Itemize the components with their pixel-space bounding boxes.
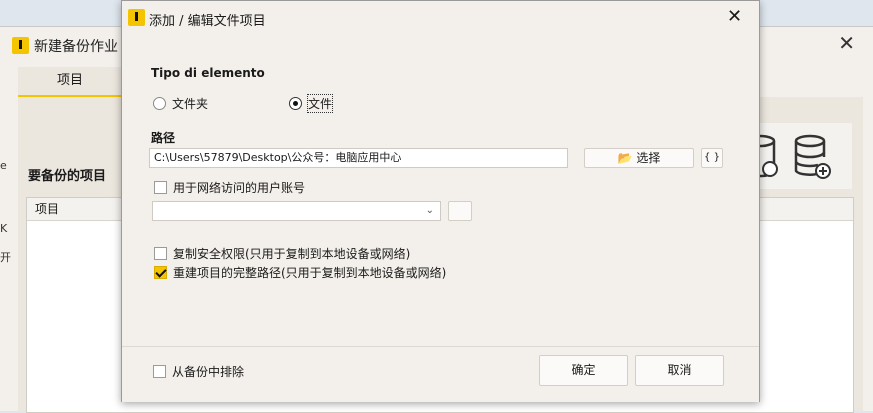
network-account-label: 用于网络访问的用户账号: [173, 181, 306, 195]
background-window-title: 新建备份作业: [34, 39, 118, 55]
choose-button[interactable]: 📂 选择: [584, 148, 694, 168]
checkbox-indicator[interactable]: [154, 181, 167, 194]
items-to-backup-label: 要备份的项目: [28, 169, 107, 184]
radio-indicator[interactable]: [153, 97, 166, 110]
manage-accounts-button[interactable]: [448, 201, 472, 221]
radio-folder-label: 文件夹: [172, 97, 209, 111]
radio-folder[interactable]: 文件夹: [153, 95, 208, 112]
dialog-footer: 从备份中排除 确定 取消: [122, 346, 759, 402]
path-input[interactable]: C:\Users\57879\Desktop\公众号：电脑应用中心: [149, 148, 568, 168]
network-account-checkbox[interactable]: 用于网络访问的用户账号: [154, 179, 305, 196]
element-type-label: Tipo di elemento: [151, 66, 265, 80]
background-close-icon[interactable]: ✕: [838, 31, 855, 55]
network-account-select[interactable]: ⌄: [152, 201, 441, 221]
add-database-icon[interactable]: [792, 133, 832, 181]
app-logo-icon: [12, 37, 29, 54]
tab-items[interactable]: 项目: [18, 67, 122, 97]
exclude-checkbox[interactable]: 从备份中排除: [153, 363, 244, 380]
copy-permissions-label: 复制安全权限(只用于复制到本地设备或网络): [173, 247, 411, 261]
left-edge-fragments: e K 开: [0, 137, 11, 337]
rebuild-path-checkbox[interactable]: 重建项目的完整路径(只用于复制到本地设备或网络): [154, 264, 446, 281]
cancel-button[interactable]: 取消: [635, 355, 724, 386]
add-edit-file-item-dialog: 添加 / 编辑文件项目 ✕ Tipo di elemento 文件夹 文件 路径…: [121, 0, 760, 402]
path-label: 路径: [151, 131, 176, 145]
radio-indicator[interactable]: [289, 97, 302, 110]
background-toolbar-icons: [744, 123, 852, 189]
exclude-label: 从备份中排除: [172, 365, 245, 379]
dialog-titlebar: 添加 / 编辑文件项目 ✕: [122, 1, 759, 34]
variables-button[interactable]: { }: [701, 148, 723, 168]
dialog-title: 添加 / 编辑文件项目: [149, 14, 266, 29]
left-fragment: K: [0, 222, 8, 235]
checkbox-indicator[interactable]: [154, 266, 167, 279]
rebuild-path-label: 重建项目的完整路径(只用于复制到本地设备或网络): [173, 266, 447, 280]
left-fragment: e: [0, 159, 7, 172]
folder-icon: 📂: [617, 151, 633, 165]
dialog-body: Tipo di elemento 文件夹 文件 路径 C:\Users\5787…: [123, 34, 756, 344]
checkbox-indicator[interactable]: [153, 365, 166, 378]
choose-button-label: 选择: [636, 151, 661, 165]
radio-file-label: 文件: [306, 94, 334, 113]
radio-file[interactable]: 文件: [289, 94, 334, 113]
checkbox-indicator[interactable]: [154, 247, 167, 260]
left-fragment: 开: [0, 251, 11, 264]
copy-permissions-checkbox[interactable]: 复制安全权限(只用于复制到本地设备或网络): [154, 245, 410, 262]
dialog-close-icon[interactable]: ✕: [727, 6, 742, 27]
chevron-down-icon: ⌄: [425, 205, 434, 216]
ok-button[interactable]: 确定: [539, 355, 628, 386]
app-logo-icon: [128, 9, 145, 26]
